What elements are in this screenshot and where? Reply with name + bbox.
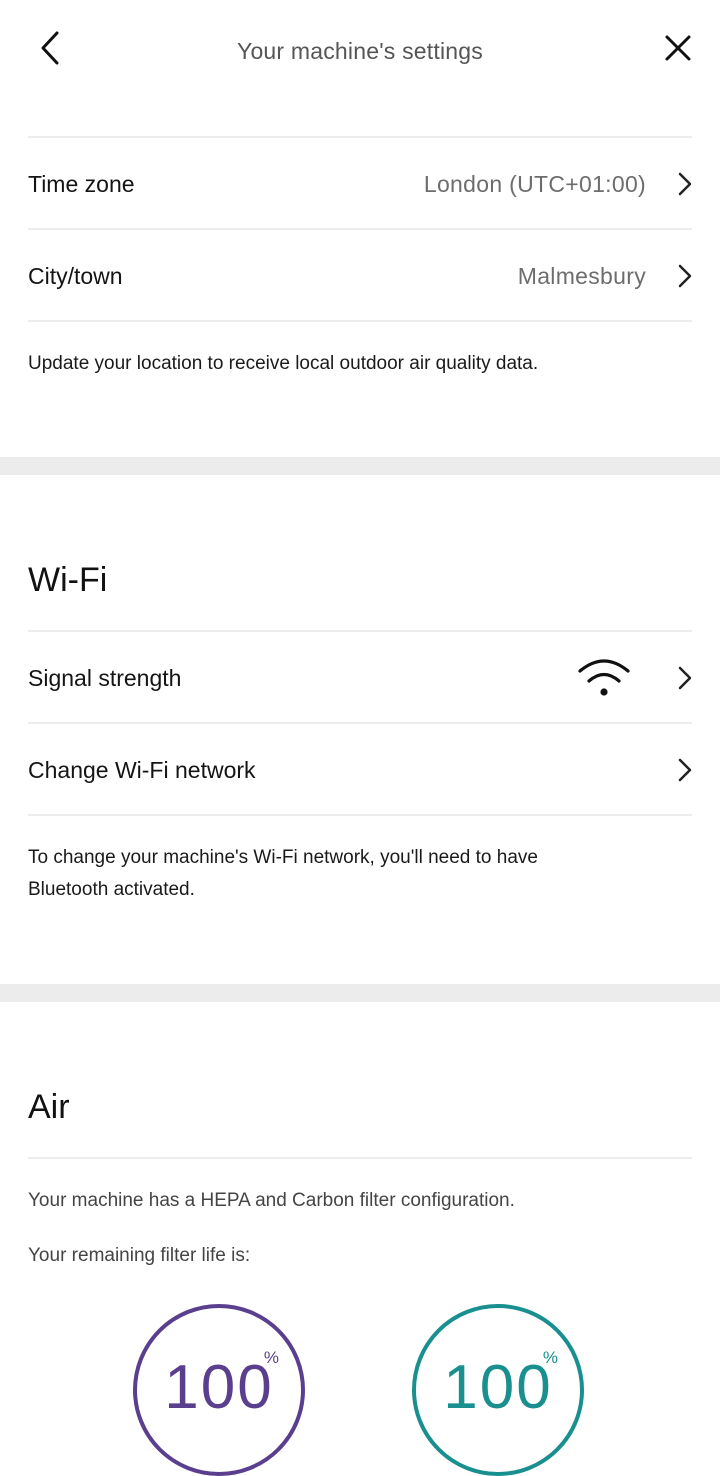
divider (28, 722, 692, 724)
time-zone-row[interactable]: Time zone London (UTC+01:00) (28, 139, 692, 229)
hepa-filter-unit: % (263, 1348, 279, 1367)
divider (28, 630, 692, 632)
city-town-row[interactable]: City/town Malmesbury (28, 231, 692, 321)
close-icon (665, 35, 691, 61)
page-title: Your machine's settings (237, 38, 483, 64)
change-wifi-label: Change Wi-Fi network (28, 756, 256, 783)
location-note: Update your location to receive local ou… (28, 353, 539, 374)
filter-remaining-text: Your remaining filter life is: (28, 1245, 251, 1266)
wifi-signal-icon (578, 659, 630, 696)
change-wifi-row[interactable]: Change Wi-Fi network (28, 725, 692, 815)
time-zone-label: Time zone (28, 170, 135, 197)
section-separator (0, 984, 720, 1002)
hepa-filter-gauge: 100 % (133, 1304, 305, 1476)
divider (28, 1157, 692, 1159)
carbon-filter-gauge: 100 % (412, 1304, 584, 1476)
close-button[interactable] (660, 30, 696, 66)
signal-strength-label: Signal strength (28, 664, 182, 691)
wifi-note: To change your machine's Wi-Fi network, … (28, 847, 538, 900)
air-section-title: Air (28, 1088, 70, 1126)
city-town-label: City/town (28, 262, 123, 289)
signal-strength-row[interactable]: Signal strength (28, 633, 692, 723)
chevron-right-icon (678, 172, 692, 196)
wifi-section-title: Wi-Fi (28, 561, 108, 599)
divider (28, 228, 692, 230)
divider (28, 320, 692, 322)
app-header: Your machine's settings (0, 0, 720, 96)
city-town-value: Malmesbury (517, 262, 646, 289)
carbon-filter-unit: % (542, 1348, 558, 1367)
filter-config-text: Your machine has a HEPA and Carbon filte… (28, 1190, 515, 1211)
chevron-right-icon (678, 264, 692, 288)
time-zone-value: London (UTC+01:00) (423, 170, 646, 197)
chevron-right-icon (678, 666, 692, 690)
divider (28, 136, 692, 138)
chevron-right-icon (678, 758, 692, 782)
divider (28, 814, 692, 816)
section-separator (0, 457, 720, 475)
